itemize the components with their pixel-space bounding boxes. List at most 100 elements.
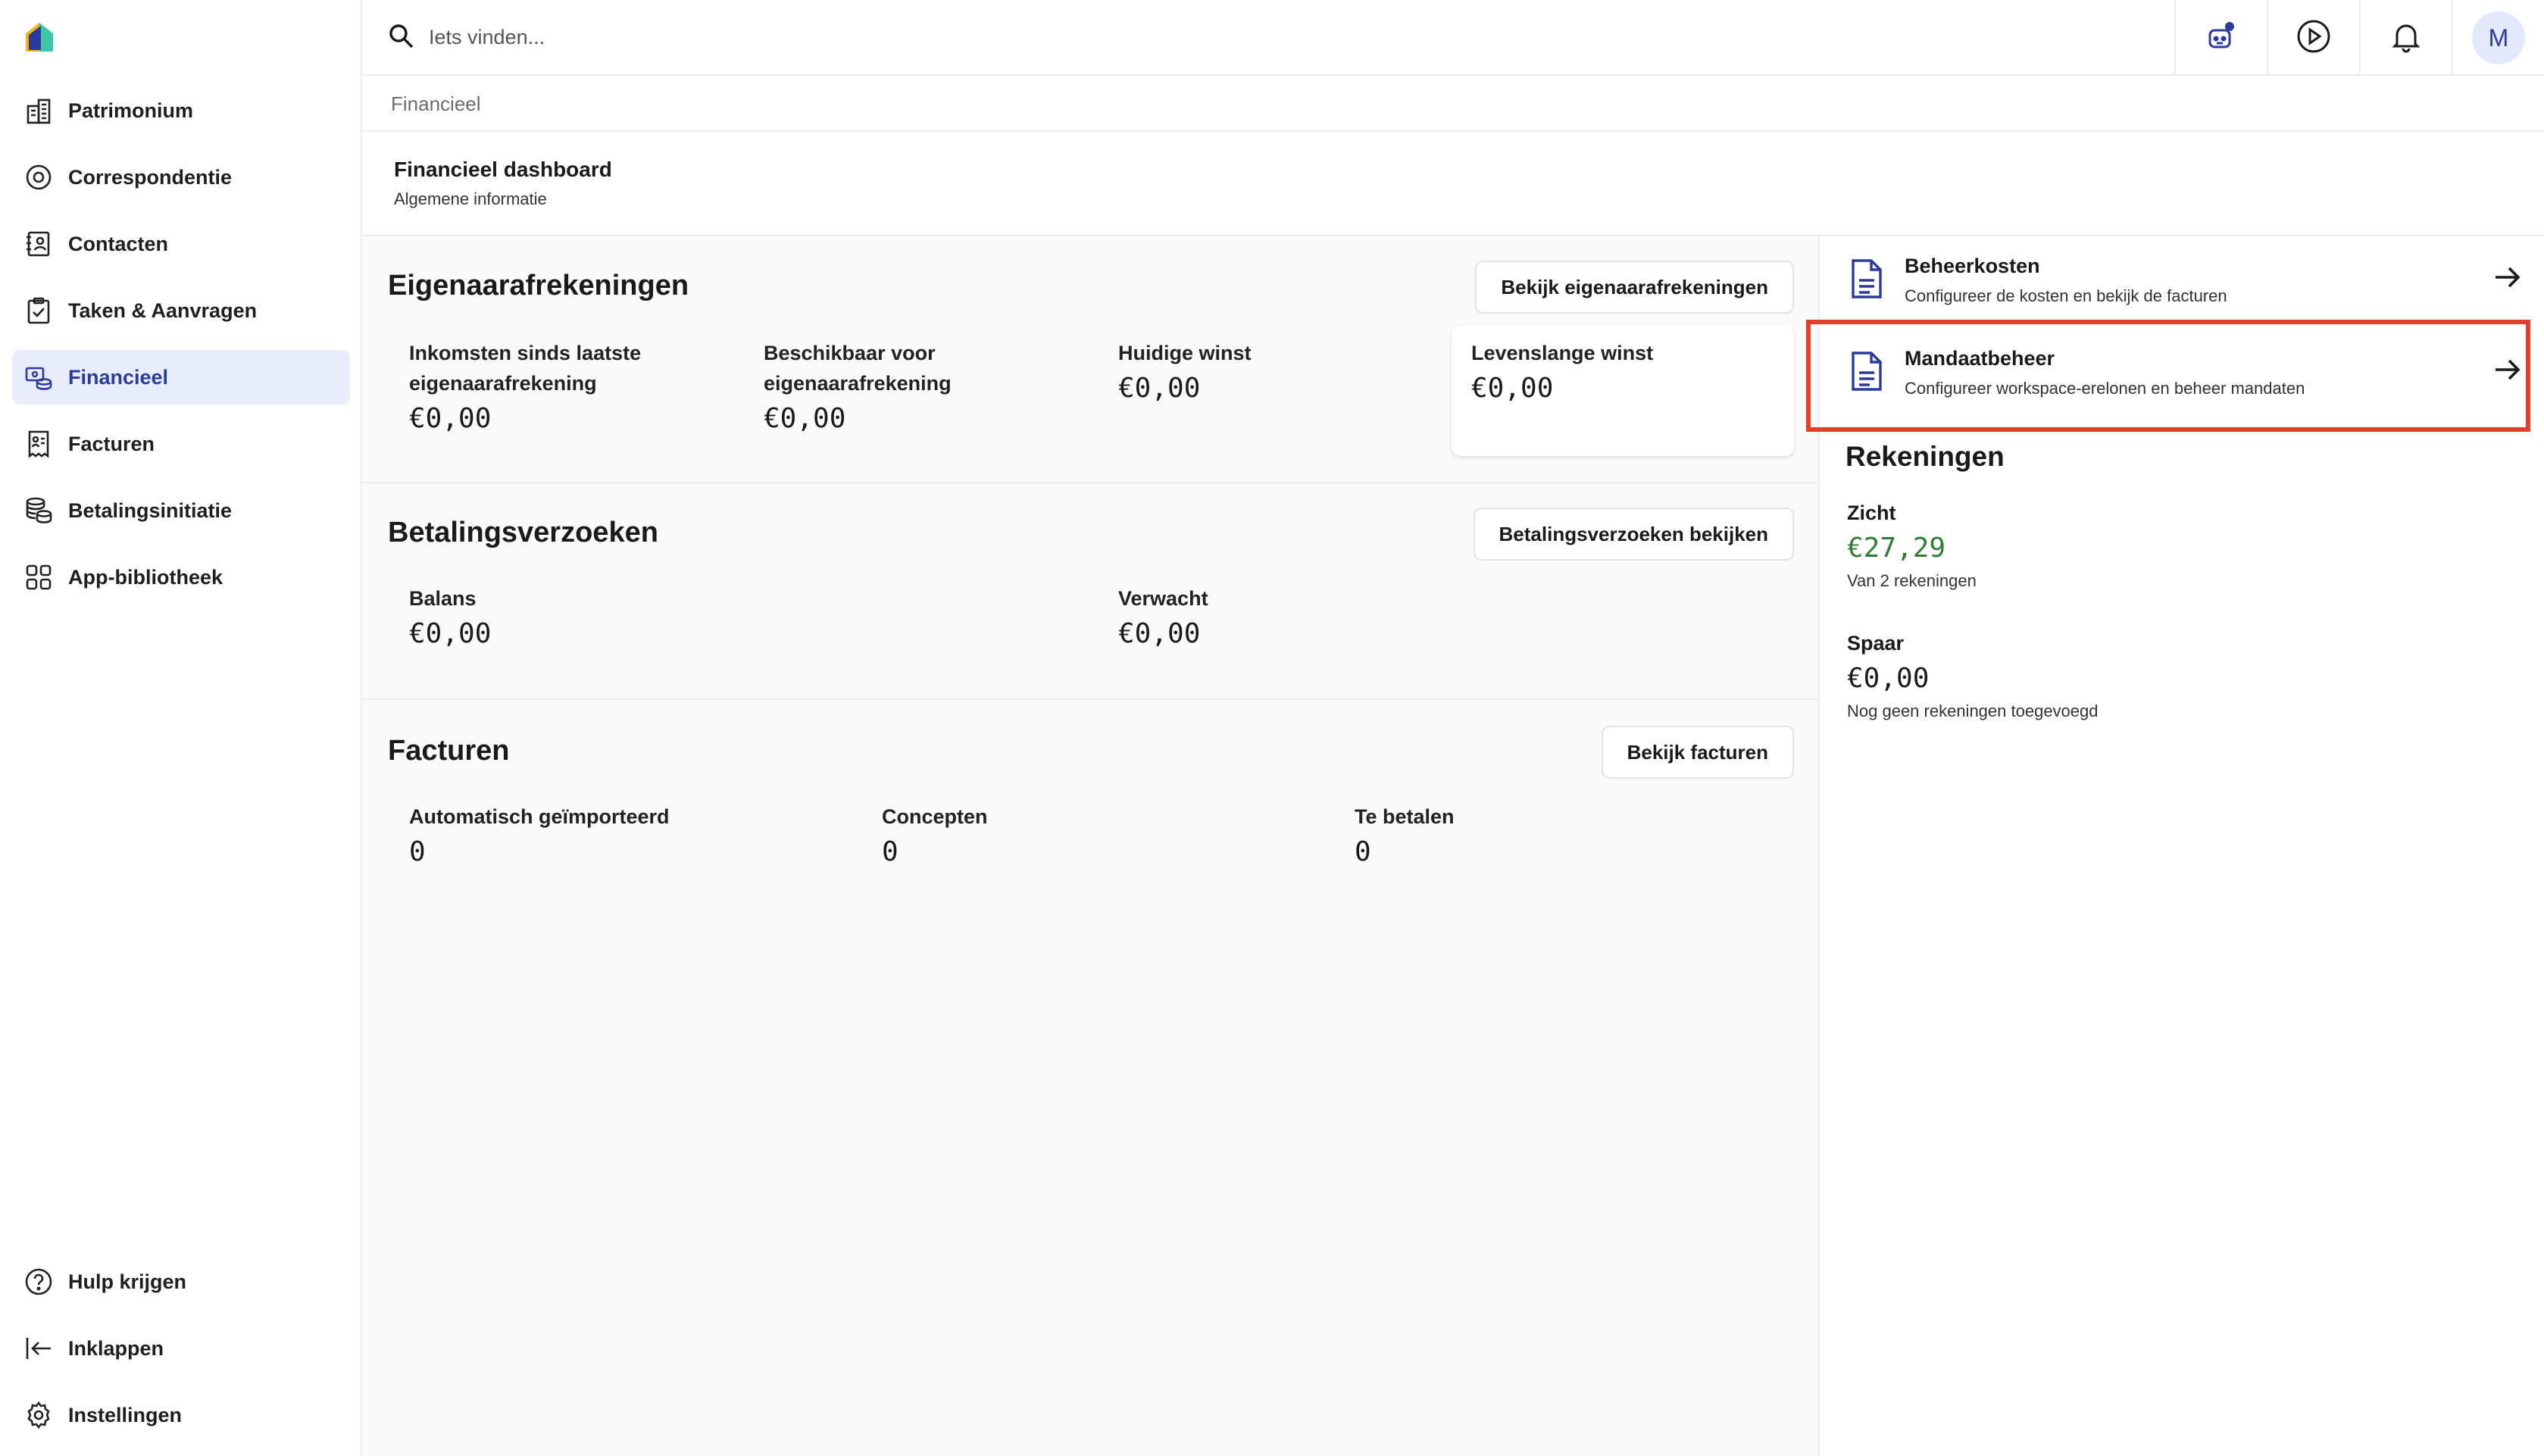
sidebar-item-taken[interactable]: Taken & Aanvragen bbox=[12, 283, 350, 338]
sidebar-item-hulp[interactable]: Hulp krijgen bbox=[12, 1254, 350, 1309]
coins-icon bbox=[23, 495, 55, 526]
sidebar-item-label: Financieel bbox=[68, 365, 169, 389]
section-title: Eigenaarafrekeningen bbox=[388, 270, 689, 302]
stat-value: €0,00 bbox=[764, 403, 846, 434]
breadcrumb[interactable]: Financieel bbox=[391, 92, 481, 116]
correspondence-icon bbox=[23, 161, 55, 193]
view-invoices-button[interactable]: Bekijk facturen bbox=[1601, 726, 1794, 779]
page-header: Financieel dashboard Algemene informatie bbox=[362, 132, 2544, 236]
sidebar-nav: Patrimonium Correspondentie Contacten Ta… bbox=[12, 83, 350, 617]
stat-auto-imported: Automatisch geïmporteerd 0 bbox=[409, 801, 670, 867]
sidebar-item-label: Contacten bbox=[68, 232, 169, 255]
stat-value: €0,00 bbox=[1118, 373, 1201, 404]
view-payment-requests-button[interactable]: Betalingsverzoeken bekijken bbox=[1473, 508, 1794, 561]
management-costs-link[interactable]: Beheerkosten Configureer de kosten en be… bbox=[1849, 236, 2523, 312]
stat-label: Verwacht bbox=[1118, 587, 1208, 610]
owner-settlements-section: Eigenaarafrekeningen Bekijk eigenaarafre… bbox=[362, 236, 1820, 483]
topbar: M bbox=[362, 0, 2544, 76]
sidebar-item-app-bibliotheek[interactable]: App-bibliotheek bbox=[12, 550, 350, 605]
breadcrumb-bar: Financieel bbox=[362, 77, 2544, 132]
highlight-box bbox=[1806, 320, 2530, 432]
stat-value: €0,00 bbox=[409, 403, 492, 434]
sidebar-item-betalingsinitiatie[interactable]: Betalingsinitiatie bbox=[12, 483, 350, 538]
sidebar-item-instellingen[interactable]: Instellingen bbox=[12, 1388, 350, 1442]
finance-icon bbox=[23, 361, 55, 393]
stat-value: €0,00 bbox=[1118, 618, 1201, 649]
sidebar-item-label: Taken & Aanvragen bbox=[68, 298, 258, 322]
section-title: Facturen bbox=[388, 735, 510, 767]
user-menu-button[interactable]: M bbox=[2452, 0, 2544, 76]
sidebar-item-label: Instellingen bbox=[68, 1403, 183, 1426]
sidebar-item-label: Betalingsinitiatie bbox=[68, 498, 233, 522]
apps-grid-icon bbox=[23, 561, 55, 593]
link-subtitle: Configureer de kosten en bekijk de factu… bbox=[1905, 286, 2227, 305]
contacts-icon bbox=[23, 228, 55, 260]
search-input[interactable] bbox=[429, 17, 1111, 58]
sidebar-item-contacten[interactable]: Contacten bbox=[12, 217, 350, 271]
account-label: Spaar bbox=[1847, 632, 1905, 655]
stat-label: Balans bbox=[409, 587, 477, 610]
stat-current-profit: Huidige winst €0,00 bbox=[1118, 338, 1252, 404]
stat-income-since-last: Inkomsten sinds laatste eigenaarafrekeni… bbox=[409, 338, 641, 434]
app-logo-icon[interactable] bbox=[21, 18, 58, 55]
sidebar-item-correspondentie[interactable]: Correspondentie bbox=[12, 150, 350, 205]
invoice-icon bbox=[23, 428, 55, 460]
stat-value: €0,00 bbox=[1471, 373, 1554, 404]
robot-icon bbox=[2203, 18, 2239, 58]
stat-balance: Balans €0,00 bbox=[409, 583, 491, 649]
sidebar-bottom-nav: Hulp krijgen Inklappen Instellingen bbox=[12, 1254, 350, 1454]
stat-label: eigenaarafrekening bbox=[764, 372, 952, 395]
sidebar-item-label: Facturen bbox=[68, 432, 155, 455]
play-tutorial-button[interactable] bbox=[2267, 0, 2359, 76]
stat-label: Levenslange winst bbox=[1471, 342, 1654, 364]
stat-available: Beschikbaar voor eigenaarafrekening €0,0… bbox=[764, 338, 952, 434]
stat-value: 0 bbox=[882, 836, 899, 867]
search-icon bbox=[386, 21, 417, 52]
stat-value: €0,00 bbox=[409, 618, 492, 649]
main-content: Eigenaarafrekeningen Bekijk eigenaarafre… bbox=[362, 236, 1820, 1456]
building-icon bbox=[23, 95, 55, 127]
section-title: Betalingsverzoeken bbox=[388, 517, 658, 548]
stat-label: eigenaarafrekening bbox=[409, 372, 597, 395]
stat-label: Te betalen bbox=[1355, 805, 1455, 828]
account-value: €0,00 bbox=[1847, 663, 1930, 694]
document-icon bbox=[1849, 258, 1885, 300]
top-actions: M bbox=[2174, 0, 2544, 76]
stat-lifetime-profit: Levenslange winst €0,00 bbox=[1471, 338, 1653, 404]
view-owner-settlements-button[interactable]: Bekijk eigenaarafrekeningen bbox=[1475, 261, 1794, 314]
accounts-title: Rekeningen bbox=[1845, 441, 2005, 472]
sidebar: Patrimonium Correspondentie Contacten Ta… bbox=[0, 0, 362, 1456]
clipboard-icon bbox=[23, 295, 55, 327]
stat-label: Beschikbaar voor bbox=[764, 342, 936, 364]
sidebar-item-label: Hulp krijgen bbox=[68, 1270, 187, 1293]
sidebar-item-patrimonium[interactable]: Patrimonium bbox=[12, 83, 350, 138]
page-title: Financieel dashboard bbox=[394, 158, 612, 181]
sidebar-item-financieel[interactable]: Financieel bbox=[12, 350, 350, 405]
sidebar-item-label: App-bibliotheek bbox=[68, 565, 223, 589]
lifetime-profit-card: Levenslange winst €0,00 bbox=[1452, 326, 1794, 456]
gear-icon bbox=[23, 1399, 55, 1431]
stat-label: Concepten bbox=[882, 805, 988, 828]
stat-label: Automatisch geïmporteerd bbox=[409, 805, 670, 828]
notifications-button[interactable] bbox=[2359, 0, 2452, 76]
help-icon bbox=[23, 1266, 55, 1298]
account-current: Zicht €27,29 Van 2 rekeningen bbox=[1847, 501, 1977, 591]
page-subtitle: Algemene informatie bbox=[394, 189, 547, 208]
avatar: M bbox=[2472, 11, 2525, 64]
stat-label: Inkomsten sinds laatste bbox=[409, 342, 642, 364]
payment-requests-section: Betalingsverzoeken Betalingsverzoeken be… bbox=[362, 483, 1820, 700]
stat-drafts: Concepten 0 bbox=[882, 801, 988, 867]
play-circle-icon bbox=[2296, 18, 2332, 58]
account-savings: Spaar €0,00 Nog geen rekeningen toegevoe… bbox=[1847, 632, 2099, 721]
sidebar-item-facturen[interactable]: Facturen bbox=[12, 417, 350, 471]
link-title: Beheerkosten bbox=[1905, 255, 2040, 277]
sidebar-item-label: Inklappen bbox=[68, 1336, 164, 1360]
collapse-icon bbox=[23, 1333, 55, 1364]
account-note: Van 2 rekeningen bbox=[1847, 571, 1977, 590]
stat-value: 0 bbox=[409, 836, 426, 867]
sidebar-item-label: Patrimonium bbox=[68, 98, 194, 122]
stat-label: Huidige winst bbox=[1118, 342, 1252, 364]
assistant-button[interactable] bbox=[2174, 0, 2267, 76]
sidebar-item-inklappen[interactable]: Inklappen bbox=[12, 1321, 350, 1376]
account-note: Nog geen rekeningen toegevoegd bbox=[1847, 701, 2099, 720]
